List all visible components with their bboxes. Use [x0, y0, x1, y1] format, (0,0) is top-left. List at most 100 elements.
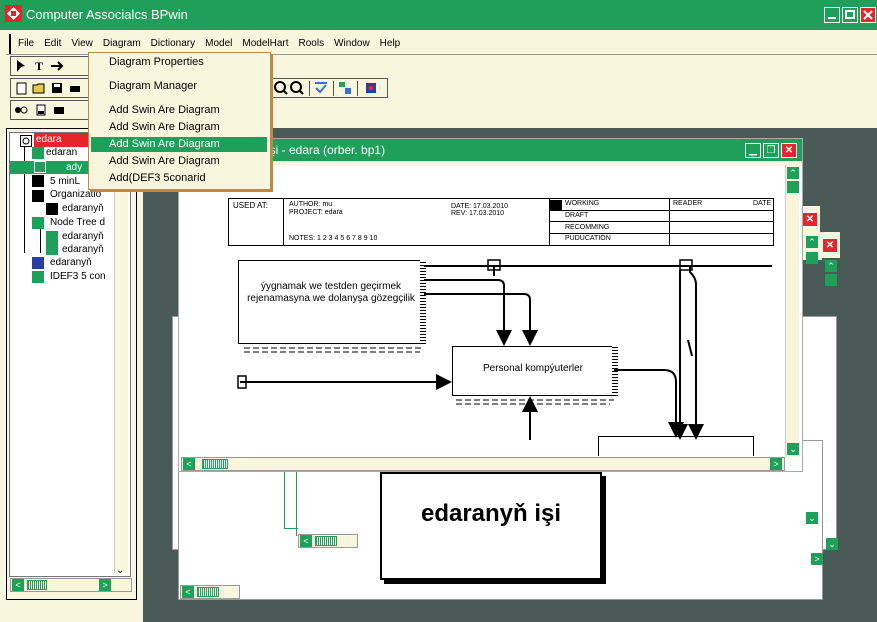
- diagram-horizontal-scrollbar[interactable]: < >: [181, 457, 785, 471]
- scroll-thumb[interactable]: [315, 536, 337, 546]
- menu-item-add-diagram-4[interactable]: Add Swin Are Diagram: [91, 154, 267, 169]
- app-logo-icon: [5, 5, 22, 22]
- report-icon[interactable]: [51, 102, 67, 118]
- chevron-down-icon[interactable]: ⌄: [806, 512, 818, 524]
- tree-item-5minl[interactable]: 5 minL: [50, 176, 80, 187]
- tree-node-icon: [46, 203, 58, 215]
- chevron-up-icon[interactable]: ⌃: [806, 236, 818, 248]
- arrow-tool-icon[interactable]: [49, 58, 65, 74]
- zoom-out-icon[interactable]: [289, 80, 305, 96]
- menu-window[interactable]: Window: [329, 36, 375, 52]
- activity-box-3[interactable]: [598, 436, 754, 456]
- menu-model[interactable]: Model: [200, 36, 237, 52]
- scroll-left-icon[interactable]: <: [183, 458, 195, 470]
- model-tree[interactable]: edara edaran ady 5 minL Organizatio edar…: [9, 132, 131, 577]
- menu-diagram[interactable]: Diagram: [98, 36, 146, 52]
- model-toggle-icon[interactable]: [13, 102, 29, 118]
- scroll-thumb[interactable]: [806, 252, 818, 264]
- menu-help[interactable]: Help: [375, 36, 406, 52]
- zoom-in-icon[interactable]: [273, 80, 289, 96]
- app-title: Computer Associalcs BPwin: [26, 7, 188, 22]
- tree-item-ady[interactable]: ady: [66, 162, 82, 173]
- tree-item-edara[interactable]: edara: [36, 134, 62, 145]
- scroll-thumb[interactable]: [27, 580, 47, 590]
- close-button[interactable]: [860, 7, 876, 23]
- tree-item-idef3[interactable]: IDEF3 5 con: [50, 271, 106, 282]
- tree-item-edaranyn-3[interactable]: edaranyň: [62, 244, 104, 255]
- toolbar-file: [10, 78, 90, 98]
- used-at-label: USED AT:: [233, 201, 268, 210]
- bg-window-scrollbar-2[interactable]: <: [180, 585, 240, 599]
- tree-node-icon: [34, 161, 46, 173]
- green-connector: [284, 470, 285, 528]
- restore-icon[interactable]: ❐: [763, 143, 779, 158]
- diagram-menu-dropdown: Diagram Properties Diagram Manager Add S…: [88, 52, 271, 190]
- chevron-up-icon[interactable]: ⌃: [825, 260, 837, 272]
- scroll-right-icon[interactable]: >: [770, 458, 782, 470]
- tree-node-icon: [32, 175, 44, 187]
- activity-box-2-label: Personal kompýuterler: [482, 363, 584, 374]
- menu-file[interactable]: File: [13, 36, 39, 52]
- open-folder-icon[interactable]: [31, 80, 47, 96]
- scroll-right-icon[interactable]: >: [811, 553, 823, 565]
- close-icon[interactable]: ✕: [822, 238, 838, 253]
- tree-item-edaranyn-2[interactable]: edaranyň: [62, 231, 104, 242]
- bg-window-scrollbar[interactable]: <: [298, 534, 358, 548]
- maximize-button[interactable]: [842, 7, 858, 23]
- menu-dictionary[interactable]: Dictionary: [146, 36, 200, 52]
- scroll-thumb[interactable]: [787, 181, 799, 193]
- scroll-left-icon[interactable]: <: [300, 535, 312, 547]
- close-icon: [863, 10, 873, 20]
- pointer-tool-icon[interactable]: [13, 58, 29, 74]
- context-box[interactable]: edaranyň işi: [380, 472, 602, 580]
- diagram-vertical-scrollbar[interactable]: ⌃ ⌄: [785, 165, 799, 457]
- document-icon[interactable]: [33, 102, 49, 118]
- book-icon[interactable]: [363, 80, 379, 96]
- activity-box-1[interactable]: ýygnamak we testden geçirmek rejenamasyn…: [238, 260, 424, 344]
- scroll-thumb[interactable]: [825, 274, 837, 286]
- activity-box-2[interactable]: Personal kompýuterler: [452, 346, 614, 396]
- menu-item-diagram-manager[interactable]: Diagram Manager: [91, 79, 267, 94]
- spellcheck-icon[interactable]: [313, 80, 329, 96]
- tree-vertical-scrollbar[interactable]: [114, 133, 128, 573]
- menu-item-add-idef3[interactable]: Add(DEF3 5conarid: [91, 171, 267, 186]
- toolbar-separator: [333, 81, 334, 96]
- minimize-icon[interactable]: ▁: [745, 143, 761, 158]
- menu-item-add-diagram-3[interactable]: Add Swin Are Diagram: [91, 137, 267, 152]
- menu-view[interactable]: View: [66, 36, 98, 52]
- close-icon[interactable]: ✕: [781, 143, 797, 158]
- save-icon[interactable]: [49, 80, 65, 96]
- menu-tools[interactable]: Rools: [294, 36, 330, 52]
- text-tool-icon[interactable]: T: [31, 58, 47, 74]
- model-explorer-icon[interactable]: [337, 80, 353, 96]
- chevron-down-icon[interactable]: ⌄: [787, 443, 799, 455]
- menu-edit[interactable]: Edit: [39, 36, 66, 52]
- menu-item-add-diagram-1[interactable]: Add Swin Are Diagram: [91, 103, 267, 118]
- toolbar-model: [10, 100, 90, 120]
- date2-label: DATE: [753, 200, 772, 207]
- tree-item-edaranyn-1[interactable]: edaranyň: [62, 203, 104, 214]
- box-shadow-hatch: [420, 260, 426, 344]
- new-file-icon[interactable]: [13, 80, 29, 96]
- scroll-right-icon[interactable]: >: [99, 579, 111, 591]
- chevron-up-icon[interactable]: ⌃: [787, 167, 799, 179]
- scroll-left-icon[interactable]: <: [182, 586, 194, 598]
- menu-modelhart[interactable]: ModelHart: [237, 36, 293, 52]
- menu-item-add-diagram-2[interactable]: Add Swin Are Diagram: [91, 120, 267, 135]
- chevron-down-icon[interactable]: ⌄: [826, 538, 838, 550]
- tree-item-edaranyn-4[interactable]: edaranyň: [50, 257, 92, 268]
- close-icon[interactable]: ✕: [802, 212, 818, 227]
- scroll-thumb[interactable]: [197, 587, 219, 597]
- tree-horizontal-scrollbar[interactable]: < >: [10, 578, 132, 592]
- diagram-window-titlebar: ň işi - edara (orber. bp1) ▁ ❐ ✕: [179, 139, 802, 161]
- print-icon[interactable]: [67, 80, 83, 96]
- tree-item-edaran[interactable]: edaran: [46, 147, 77, 158]
- tree-node-icon: [32, 147, 44, 159]
- scroll-left-icon[interactable]: <: [12, 579, 24, 591]
- scroll-thumb[interactable]: [202, 459, 228, 469]
- chevron-down-icon[interactable]: ⌄: [116, 565, 124, 576]
- minimize-button[interactable]: [824, 7, 840, 23]
- tree-item-node-tree[interactable]: Node Tree d: [50, 217, 105, 228]
- menu-item-diagram-properties[interactable]: Diagram Properties: [91, 55, 267, 70]
- tree-item-organization[interactable]: Organizatio: [50, 189, 101, 200]
